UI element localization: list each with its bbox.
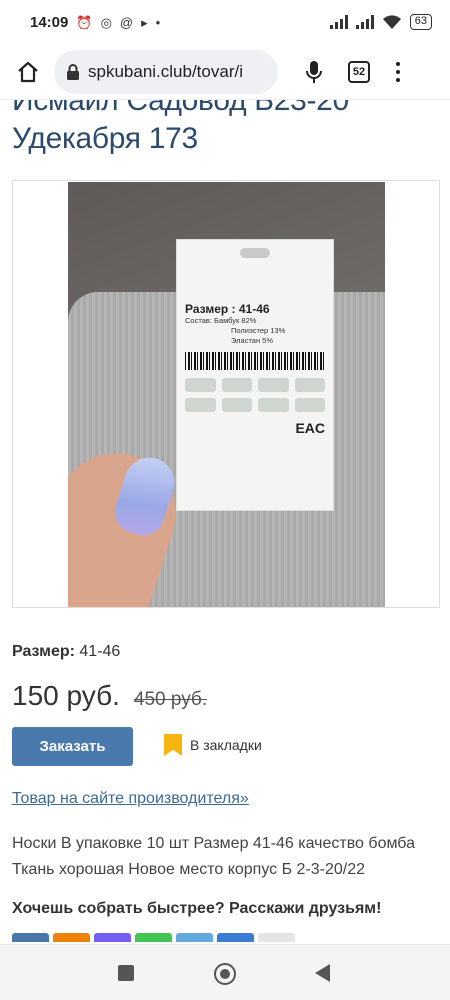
care-icon bbox=[185, 378, 216, 392]
alarm-icon: ⏰ bbox=[76, 14, 93, 30]
tag-size-text: Размер : 41-46 bbox=[185, 302, 270, 316]
product-description: Носки В упаковке 10 шт Размер 41-46 каче… bbox=[12, 835, 415, 878]
tab-switcher-button[interactable]: 52 bbox=[348, 60, 370, 83]
telegram-share-button[interactable] bbox=[176, 933, 213, 942]
whatsapp-share-button[interactable] bbox=[135, 933, 172, 942]
menu-dot-icon bbox=[396, 77, 400, 82]
menu-dot-icon bbox=[396, 61, 400, 66]
order-button[interactable]: Заказать bbox=[12, 727, 133, 766]
size-row: Размер: 41-46 bbox=[12, 643, 120, 661]
lock-icon bbox=[67, 63, 79, 80]
home-nav-icon bbox=[220, 969, 230, 979]
tag-composition-line: Состав: Бамбук 82% bbox=[185, 316, 257, 325]
instagram-icon: ◎ bbox=[100, 14, 112, 30]
product-image-frame[interactable]: Размер : 41-46 Состав: Бамбук 82% Полиэс… bbox=[12, 180, 440, 608]
eac-mark: EAC bbox=[295, 420, 325, 436]
menu-dot-icon bbox=[396, 69, 400, 74]
status-time: 14:09 bbox=[30, 13, 69, 31]
voice-search-button[interactable] bbox=[302, 54, 326, 90]
browser-menu-button[interactable] bbox=[388, 54, 408, 90]
product-photo[interactable]: Размер : 41-46 Состав: Бамбук 82% Полиэс… bbox=[68, 182, 385, 607]
care-icons bbox=[185, 378, 325, 412]
system-nav-bar bbox=[0, 944, 450, 1000]
care-icon bbox=[294, 378, 325, 392]
more-share-button[interactable] bbox=[258, 933, 295, 942]
signal-icon bbox=[355, 15, 374, 29]
home-button[interactable] bbox=[10, 54, 46, 90]
bookmark-icon bbox=[164, 734, 182, 756]
messenger-share-button[interactable] bbox=[217, 933, 254, 942]
dot-icon: • bbox=[155, 14, 161, 30]
home-icon bbox=[18, 61, 38, 82]
wifi-icon bbox=[382, 14, 401, 29]
recent-apps-button[interactable] bbox=[118, 965, 134, 981]
share-buttons bbox=[12, 933, 295, 942]
page-content: Исмаил Садовод Б23-20 Удекабря 173 Разме… bbox=[0, 100, 450, 942]
mail-at-icon: @ bbox=[119, 14, 134, 30]
care-icon bbox=[185, 398, 216, 412]
share-title: Хочешь собрать быстрее? Расскажи друзьям… bbox=[12, 900, 382, 917]
product-label-tag: Размер : 41-46 Состав: Бамбук 82% Полиэс… bbox=[176, 239, 334, 511]
care-icon bbox=[221, 378, 252, 392]
old-price: 450 руб. bbox=[133, 689, 208, 710]
size-label: Размер: bbox=[12, 643, 75, 660]
current-price: 150 руб. bbox=[12, 680, 120, 711]
care-icon bbox=[294, 398, 325, 412]
tag-composition-line: Полиэстер 13% bbox=[231, 326, 286, 335]
back-button[interactable] bbox=[315, 964, 330, 982]
bookmark-label: В закладки bbox=[190, 737, 262, 753]
care-icon bbox=[221, 398, 252, 412]
price-row: 150 руб. 450 руб. bbox=[12, 680, 207, 712]
size-value: 41-46 bbox=[79, 643, 121, 660]
battery-icon: 63 bbox=[409, 14, 432, 30]
browser-toolbar: spkubani.club/tovar/i 52 bbox=[0, 44, 450, 100]
status-left: 14:09 ⏰ ◎ @ ▸ • bbox=[30, 14, 160, 31]
care-icon bbox=[258, 378, 289, 392]
ok-share-button[interactable] bbox=[53, 933, 90, 942]
manufacturer-link[interactable]: Товар на сайте производителя» bbox=[12, 790, 249, 808]
signal-icon bbox=[329, 15, 348, 29]
status-right: 63 bbox=[329, 14, 432, 30]
tag-composition-line: Эластан 5% bbox=[231, 336, 274, 345]
barcode bbox=[185, 352, 325, 370]
viber-share-button[interactable] bbox=[94, 933, 131, 942]
microphone-icon bbox=[306, 60, 322, 83]
address-bar[interactable]: spkubani.club/tovar/i bbox=[54, 49, 278, 94]
care-icon bbox=[258, 398, 289, 412]
play-icon: ▸ bbox=[141, 14, 148, 30]
url-text: spkubani.club/tovar/i bbox=[88, 61, 243, 81]
product-title: Исмаил Садовод Б23-20 Удекабря 173 bbox=[12, 100, 349, 155]
vk-share-button[interactable] bbox=[12, 933, 49, 942]
bookmark-button[interactable]: В закладки bbox=[164, 734, 262, 756]
home-nav-button[interactable] bbox=[214, 963, 236, 985]
tag-hole bbox=[240, 248, 270, 258]
status-bar: 14:09 ⏰ ◎ @ ▸ • 63 bbox=[0, 0, 450, 44]
